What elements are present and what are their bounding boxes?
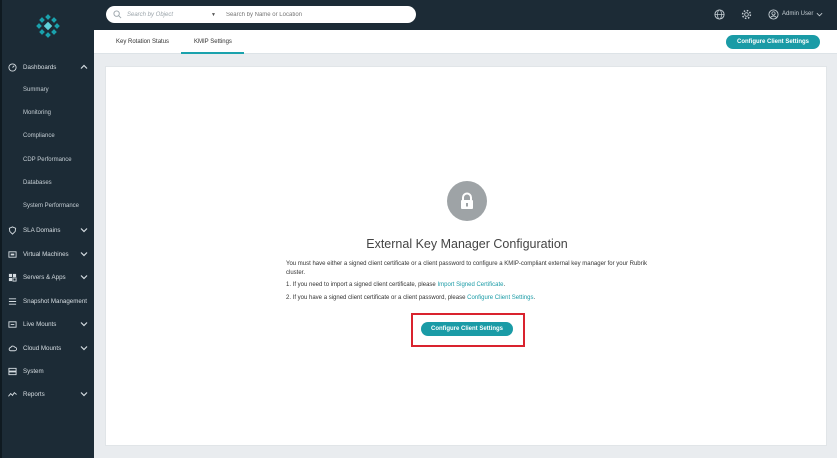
search-object-select[interactable]: Search by Object (127, 12, 197, 18)
chevron-down-icon[interactable] (80, 250, 88, 258)
step-1-period: . (503, 282, 506, 288)
sidebar-item-sla-domains[interactable]: SLA Domains (2, 221, 96, 239)
import-signed-certificate-link[interactable]: Import Signed Certificate (437, 282, 503, 288)
user-menu[interactable]: Admin User (782, 11, 813, 17)
search-input[interactable] (225, 11, 406, 18)
configure-client-settings-button[interactable]: Configure Client Settings (726, 35, 820, 49)
configure-client-settings-main-button[interactable]: Configure Client Settings (421, 322, 513, 336)
tab-bar: Key Rotation Status KMIP Settings Config… (94, 30, 837, 54)
snapshot-icon (8, 297, 17, 306)
user-avatar-icon[interactable] (768, 9, 779, 20)
server-icon (8, 273, 17, 282)
chevron-down-icon[interactable] (80, 320, 88, 328)
active-tab-indicator (181, 52, 244, 54)
tab-key-rotation-status[interactable]: Key Rotation Status (116, 39, 169, 45)
chevron-up-icon[interactable] (80, 63, 88, 71)
sidebar-item-label: Live Mounts (23, 320, 57, 328)
vm-icon (8, 250, 17, 259)
kmip-settings-panel: External Key Manager Configuration You m… (105, 66, 827, 446)
sidebar-subitem-monitoring[interactable]: Monitoring (23, 110, 51, 116)
sidebar-subitem-system-performance[interactable]: System Performance (23, 203, 79, 209)
tab-kmip-settings[interactable]: KMIP Settings (194, 39, 232, 45)
step-2-period: . (533, 295, 536, 301)
sidebar-item-label: SLA Domains (23, 226, 61, 234)
caret-down-icon[interactable]: ▼ (211, 12, 216, 18)
chevron-down-icon[interactable] (80, 344, 88, 352)
sidebar-subitem-compliance[interactable]: Compliance (23, 133, 55, 139)
sidebar-item-servers-apps[interactable]: Servers & Apps (2, 268, 96, 286)
description-text: You must have either a signed client cer… (286, 261, 647, 276)
step-2-text: 2. If you have a signed client certifica… (286, 295, 466, 301)
step-2: 2. If you have a signed client certifica… (286, 295, 535, 301)
sidebar-item-reports[interactable]: Reports (2, 385, 96, 403)
sidebar-item-snapshot-management[interactable]: Snapshot Management (2, 292, 96, 310)
gear-icon[interactable] (741, 9, 752, 20)
sidebar-item-label: Snapshot Management (23, 297, 87, 305)
shield-icon (8, 225, 17, 235)
sidebar-item-label: Dashboards (23, 63, 57, 71)
top-bar: Search by Object ▼ Admin User (94, 0, 837, 30)
chevron-down-icon[interactable] (80, 390, 88, 398)
dashboard-icon (8, 62, 17, 72)
search-icon (113, 10, 122, 19)
sidebar-item-live-mounts[interactable]: Live Mounts (2, 315, 96, 333)
sidebar-item-label: Virtual Machines (23, 250, 69, 258)
system-icon (8, 367, 17, 376)
lock-icon (461, 192, 473, 209)
globe-icon[interactable] (714, 9, 725, 20)
sidebar: Dashboards Summary Monitoring Compliance… (0, 0, 94, 458)
configure-client-settings-link[interactable]: Configure Client Settings (467, 295, 533, 301)
sidebar-item-cloud-mounts[interactable]: Cloud Mounts (2, 339, 96, 357)
rubrik-logo[interactable] (36, 14, 60, 38)
sidebar-item-dashboards[interactable]: Dashboards (2, 58, 96, 76)
cloud-icon (8, 344, 17, 353)
sidebar-item-label: System (23, 367, 44, 375)
sidebar-subitem-databases[interactable]: Databases (23, 180, 52, 186)
sidebar-item-virtual-machines[interactable]: Virtual Machines (2, 245, 96, 263)
chevron-down-icon[interactable] (80, 226, 88, 234)
lock-badge (447, 181, 487, 221)
sidebar-subitem-cdp-performance[interactable]: CDP Performance (23, 157, 72, 163)
sidebar-item-label: Cloud Mounts (23, 344, 62, 352)
live-mount-icon (8, 320, 17, 329)
chevron-down-icon[interactable] (816, 11, 823, 18)
step-1: 1. If you need to import a signed client… (286, 282, 505, 288)
search-bar[interactable]: Search by Object ▼ (106, 6, 416, 23)
page-title: External Key Manager Configuration (366, 237, 568, 251)
sidebar-item-label: Servers & Apps (23, 273, 66, 281)
chevron-down-icon[interactable] (80, 273, 88, 281)
step-1-text: 1. If you need to import a signed client… (286, 282, 436, 288)
sidebar-item-system[interactable]: System (2, 362, 96, 380)
sidebar-item-label: Reports (23, 390, 45, 398)
sidebar-subitem-summary[interactable]: Summary (23, 87, 49, 93)
reports-icon (8, 390, 17, 399)
